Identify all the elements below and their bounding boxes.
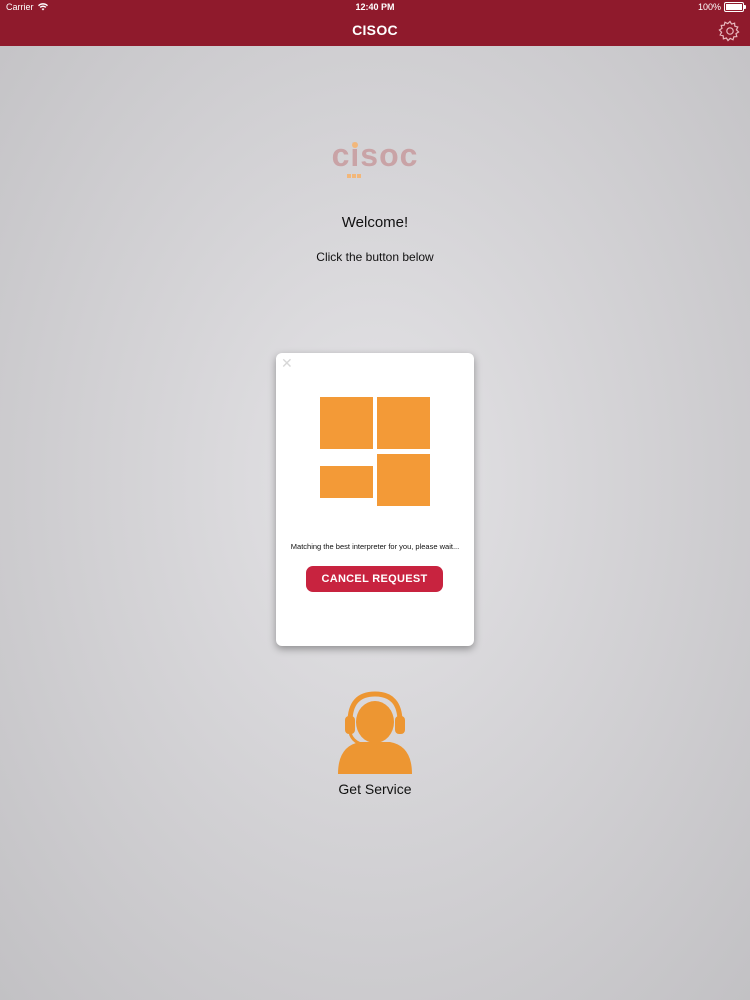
close-icon[interactable]: ✕ bbox=[281, 356, 295, 370]
loading-tile bbox=[377, 454, 430, 506]
nav-title: CISOC bbox=[352, 22, 398, 38]
svg-text:cisoc: cisoc bbox=[332, 137, 419, 173]
battery-icon bbox=[724, 2, 746, 12]
loading-tiles-icon bbox=[320, 397, 432, 509]
status-battery: 100% bbox=[697, 2, 746, 12]
welcome-subtitle: Click the button below bbox=[316, 250, 434, 264]
cisoc-logo: cisoc bbox=[332, 137, 419, 178]
matching-dialog: ✕ Matching the best interpreter for you,… bbox=[276, 353, 474, 646]
matching-status-text: Matching the best interpreter for you, p… bbox=[290, 542, 460, 551]
welcome-heading: Welcome! bbox=[341, 214, 409, 231]
loading-tile bbox=[320, 397, 373, 449]
cancel-request-button[interactable]: CANCEL REQUEST bbox=[306, 566, 443, 592]
battery-percent: 100% bbox=[697, 2, 721, 12]
loading-tile bbox=[320, 466, 373, 498]
status-time: 12:40 PM bbox=[355, 2, 395, 12]
top-bar: Carrier 12:40 PM 100% CISOC bbox=[0, 0, 750, 46]
gear-icon[interactable] bbox=[718, 19, 742, 43]
get-service-label[interactable]: Get Service bbox=[0, 781, 750, 797]
headset-agent-icon[interactable] bbox=[336, 688, 414, 776]
loading-tile bbox=[377, 397, 430, 449]
